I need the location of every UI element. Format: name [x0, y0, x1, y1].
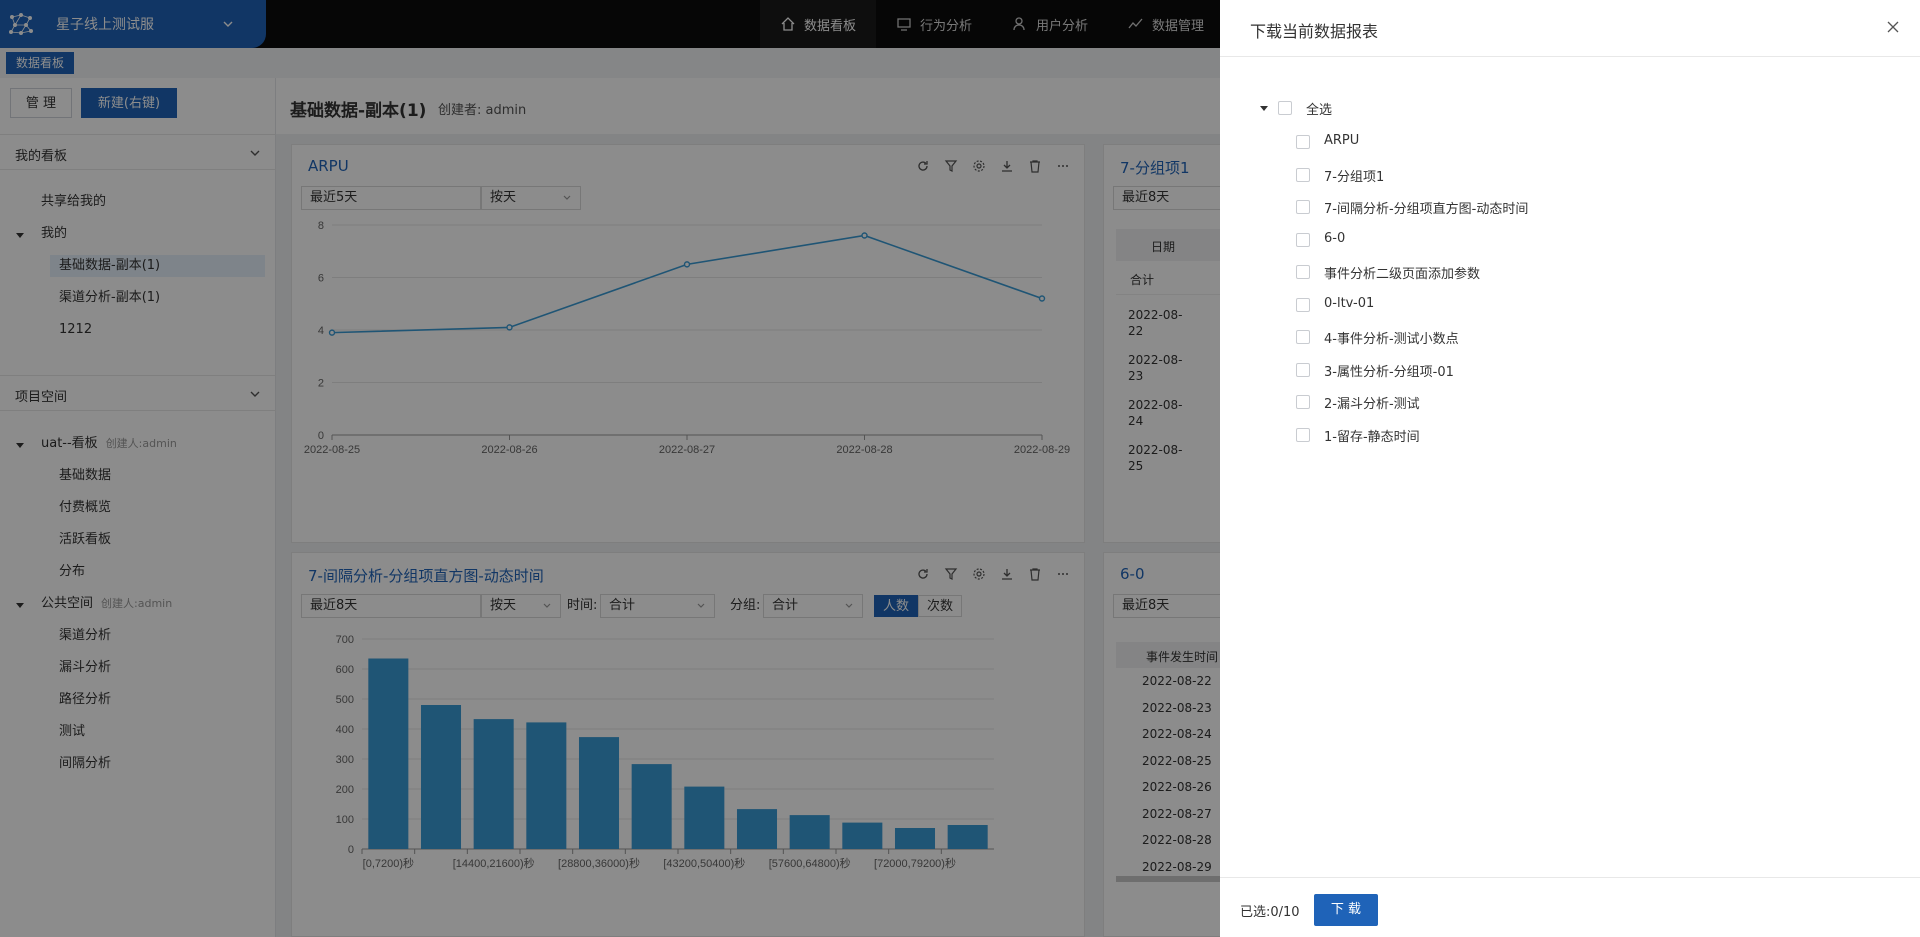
caret-down-icon[interactable] [1260, 106, 1268, 111]
report-checkbox[interactable] [1296, 135, 1310, 149]
report-label: 2-漏斗分析-测试 [1324, 397, 1420, 412]
report-checkbox[interactable] [1296, 200, 1310, 214]
select-all-checkbox[interactable] [1278, 101, 1292, 115]
report-label: 1-留存-静态时间 [1324, 429, 1420, 445]
selected-count: 已选:0/10 [1240, 905, 1300, 920]
divider [1220, 877, 1920, 878]
close-icon[interactable] [1886, 20, 1900, 34]
report-label: 7-间隔分析-分组项直方图-动态时间 [1324, 202, 1529, 217]
report-label: 6-0 [1324, 230, 1346, 246]
report-checkbox[interactable] [1296, 232, 1310, 247]
download-drawer: 下载当前数据报表 全选 ARPU 7-分组项1 7-间隔分析-分组项直方图-动态时间… [1220, 0, 1920, 937]
report-label: 3-属性分析-分组项-01 [1324, 364, 1454, 380]
download-button[interactable]: 下 载 [1314, 894, 1378, 926]
select-all-label: 全选 [1306, 103, 1333, 118]
divider [1220, 56, 1920, 57]
report-label: ARPU [1324, 133, 1360, 148]
report-checkbox[interactable] [1296, 362, 1310, 377]
report-checkbox[interactable] [1296, 330, 1310, 344]
report-checkbox[interactable] [1296, 427, 1310, 442]
report-label: 7-分组项1 [1324, 169, 1385, 185]
report-checkbox[interactable] [1296, 395, 1310, 409]
report-checkbox[interactable] [1296, 265, 1310, 279]
report-label: 0-ltv-01 [1324, 295, 1375, 311]
drawer-title: 下载当前数据报表 [1250, 22, 1379, 41]
report-checkbox[interactable] [1296, 297, 1310, 312]
report-label: 4-事件分析-测试小数点 [1324, 332, 1459, 347]
report-checkbox[interactable] [1296, 167, 1310, 182]
report-label: 事件分析二级页面添加参数 [1324, 267, 1481, 282]
